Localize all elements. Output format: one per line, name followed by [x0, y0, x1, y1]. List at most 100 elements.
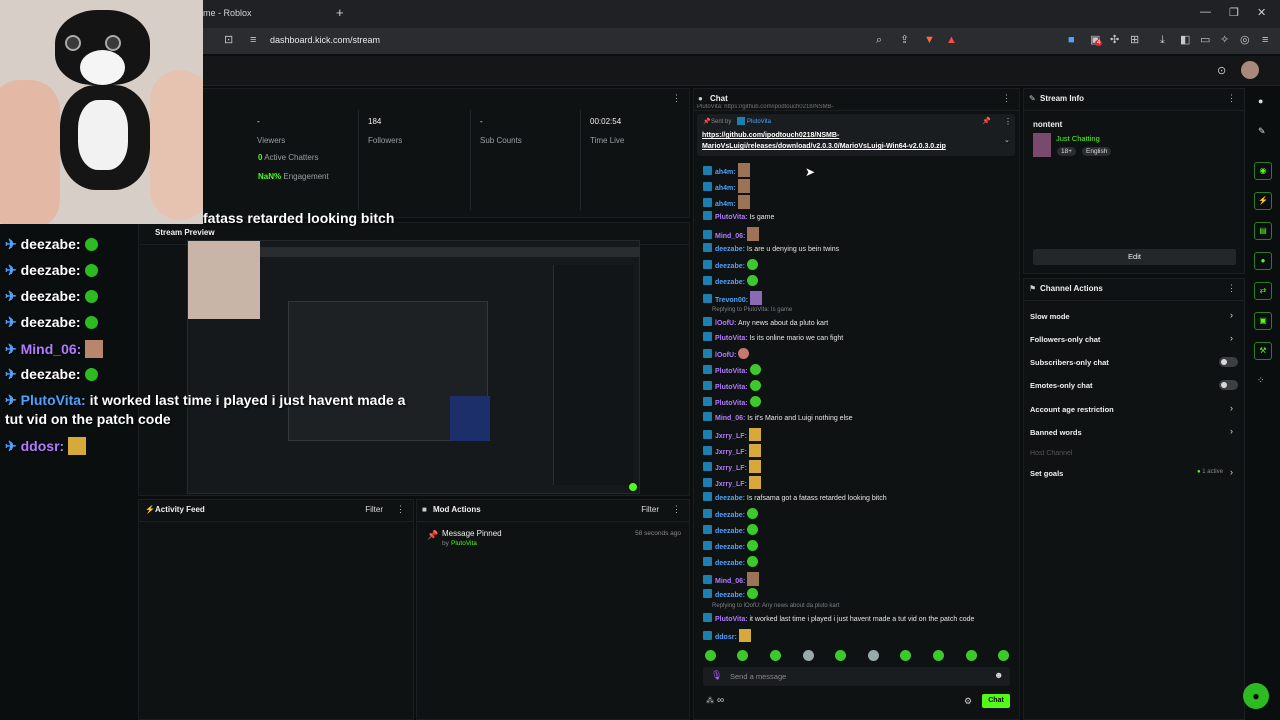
chat-username[interactable]: deezabe:	[715, 279, 745, 286]
chat-message[interactable]: PlutoVita: it worked last time i played …	[703, 613, 974, 625]
downloads-icon[interactable]: ⤓	[1160, 34, 1165, 46]
chat-message[interactable]: Trevon00:	[703, 291, 763, 305]
bookmark-icon[interactable]: ⊡	[224, 34, 233, 46]
quick-emote-icon[interactable]	[737, 650, 748, 661]
chat-message[interactable]: Jxrry_LF:	[703, 428, 761, 441]
chat-message[interactable]: deezabe: Is rafsama got a fatass retarde…	[703, 492, 887, 504]
chat-message[interactable]: PlutoVita: Is game	[703, 211, 774, 223]
chat-username[interactable]: Trevon00:	[715, 297, 748, 304]
close-window-button[interactable]: ✕	[1257, 6, 1266, 19]
ai-icon[interactable]: ✧	[1220, 34, 1229, 46]
share-icon[interactable]: ⇪	[900, 34, 909, 46]
chat-username[interactable]: PlutoVita:	[715, 335, 748, 342]
site-settings-icon[interactable]: ≡	[250, 34, 256, 46]
maximize-button[interactable]: ❐	[1229, 6, 1239, 19]
new-tab-button[interactable]: +	[336, 5, 344, 20]
chat-username[interactable]: PlutoVita:	[715, 616, 748, 623]
chat-username[interactable]: ah4m:	[715, 185, 736, 192]
quick-emote-icon[interactable]	[900, 650, 911, 661]
activity-more-icon[interactable]: ⋮	[396, 504, 405, 515]
stats-more-icon[interactable]: ⋮	[672, 93, 681, 104]
followers-only-item[interactable]: Followers-only chat	[1030, 335, 1100, 344]
chat-username[interactable]: PlutoVita:	[715, 214, 748, 221]
chat-message[interactable]: PlutoVita:	[703, 396, 761, 408]
chat-username[interactable]: deezabe:	[715, 560, 745, 567]
quick-emote-icon[interactable]	[803, 650, 814, 661]
quick-emote-icon[interactable]	[868, 650, 879, 661]
rail-more-icon[interactable]: ⁘	[1257, 375, 1265, 386]
chat-input-placeholder[interactable]: Send a message	[730, 672, 786, 681]
quick-emote-icon[interactable]	[705, 650, 716, 661]
chat-message[interactable]: deezabe: Is are u denying us bein twins	[703, 243, 839, 255]
chat-more-icon[interactable]: ⋮	[1002, 93, 1011, 104]
chat-message[interactable]: deezabe:	[703, 259, 758, 271]
chat-message[interactable]: deezabe:	[703, 588, 758, 600]
account-age-item[interactable]: Account age restriction	[1030, 405, 1114, 414]
chat-username[interactable]: deezabe:	[715, 512, 745, 519]
chat-username[interactable]: PlutoVita:	[715, 400, 748, 407]
chat-message[interactable]: Jxrry_LF:	[703, 476, 761, 489]
support-chat-icon[interactable]: ●	[1243, 683, 1269, 709]
chat-message[interactable]: Jxrry_LF:	[703, 444, 761, 457]
chat-message[interactable]: deezabe:	[703, 508, 758, 520]
chat-username[interactable]: deezabe:	[715, 592, 745, 599]
chat-message[interactable]: deezabe:	[703, 556, 758, 568]
chat-username[interactable]: lOofU:	[715, 352, 736, 359]
edit-stream-info-button[interactable]: Edit	[1033, 249, 1236, 265]
activity-filter-button[interactable]: Filter	[365, 505, 383, 514]
rail-chat-icon[interactable]: ●	[1254, 252, 1272, 270]
edit-icon[interactable]: ✎	[1258, 126, 1266, 137]
chat-username[interactable]: ah4m:	[715, 169, 736, 176]
chevron-right-icon[interactable]: ›	[1230, 310, 1233, 320]
quick-emote-icon[interactable]	[933, 650, 944, 661]
channel-actions-more-icon[interactable]: ⋮	[1227, 283, 1236, 294]
mod-filter-button[interactable]: Filter	[641, 505, 659, 514]
emotes-only-toggle[interactable]	[1219, 380, 1238, 390]
pinned-user[interactable]: PlutoVita	[747, 119, 771, 125]
chat-username[interactable]: PlutoVita:	[715, 368, 748, 375]
pinned-link-1[interactable]: https://github.com/ipodtouch0218/NSMB-	[702, 132, 839, 139]
rail-doc-icon[interactable]: ▤	[1254, 222, 1272, 240]
subscribers-only-toggle[interactable]	[1219, 357, 1238, 367]
capture-icon[interactable]: ⊞	[1130, 34, 1139, 46]
chat-message[interactable]: ah4m:	[703, 179, 750, 193]
download-ext-icon[interactable]: ■	[1068, 34, 1075, 46]
chevron-right-icon[interactable]: ›	[1230, 403, 1233, 413]
emoji-picker-icon[interactable]: ☻	[994, 670, 1003, 680]
chat-username[interactable]: lOofU:	[715, 320, 736, 327]
pinned-message[interactable]: 📌 Sent by PlutoVita 📌 ⋮ https://github.c…	[697, 114, 1015, 156]
chevron-down-icon[interactable]: ⌄	[1004, 136, 1010, 144]
stream-preview-video[interactable]	[187, 240, 640, 494]
chat-message[interactable]: deezabe:	[703, 524, 758, 536]
sidebar-icon[interactable]: ◧	[1180, 34, 1190, 46]
chat-username[interactable]: Mind_06:	[715, 415, 745, 422]
browser-tab-title[interactable]: me - Roblox	[203, 8, 252, 18]
chat-input-box[interactable]: 🎙 Send a message ☻	[703, 667, 1010, 686]
chat-message[interactable]: deezabe:	[703, 540, 758, 552]
chat-username[interactable]: deezabe:	[715, 495, 745, 502]
brave-shield-icon[interactable]: ▼	[924, 34, 935, 46]
chat-message[interactable]: PlutoVita: Is its online mario we can fi…	[703, 332, 843, 344]
mod-more-icon[interactable]: ⋮	[672, 504, 681, 515]
chevron-right-icon[interactable]: ›	[1230, 426, 1233, 436]
unpin-icon[interactable]: 📌	[982, 117, 991, 125]
menu-icon[interactable]: ≡	[1262, 34, 1268, 46]
chevron-right-icon[interactable]: ›	[1230, 333, 1233, 343]
category-name[interactable]: Just Chatting	[1056, 134, 1100, 143]
stream-info-more-icon[interactable]: ⋮	[1227, 93, 1236, 104]
users-icon[interactable]: ⁂	[706, 696, 714, 705]
chat-username[interactable]: PlutoVita:	[715, 384, 748, 391]
avatar[interactable]	[1241, 61, 1259, 79]
chat-username[interactable]: Mind_06:	[715, 578, 745, 585]
chat-settings-gear-icon[interactable]: ⚙	[964, 696, 972, 707]
rail-bolt-icon[interactable]: ⚡	[1254, 192, 1272, 210]
help-icon[interactable]: ⊙	[1217, 65, 1226, 77]
chat-username[interactable]: Jxrry_LF:	[715, 433, 747, 440]
banned-words-item[interactable]: Banned words	[1030, 428, 1082, 437]
url-text[interactable]: dashboard.kick.com/stream	[270, 35, 380, 45]
pinned-link-2[interactable]: MarioVsLuigi/releases/download/v2.0.3.0/…	[702, 143, 946, 150]
zoom-icon[interactable]: ⌕	[876, 34, 882, 46]
slow-mode-item[interactable]: Slow mode	[1030, 312, 1070, 321]
chat-message[interactable]: ah4m:	[703, 163, 750, 177]
chevron-right-icon[interactable]: ›	[1230, 467, 1233, 477]
